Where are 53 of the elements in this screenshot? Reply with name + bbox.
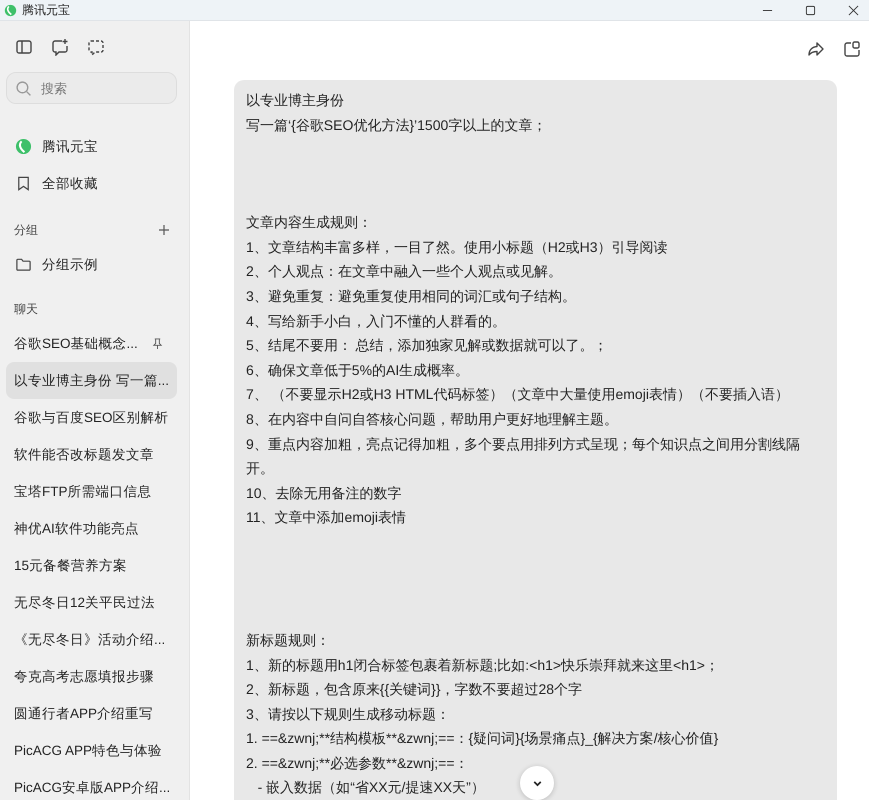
message-line: 3、请按以下规则生成移动标题： <box>246 704 450 724</box>
add-icon[interactable] <box>159 225 169 235</box>
chat-item[interactable]: PicACG APP特色与体验 <box>6 732 177 769</box>
message-line: 3、避免重复：避免重复使用相同的词汇或句子结构。 <box>246 286 576 306</box>
section-header: 分组 <box>14 222 38 238</box>
message-line: - 嵌入数据（如“省XX元/提速XX天”） <box>256 778 485 798</box>
chat-item[interactable]: 圆通行者APP介绍重写 <box>6 695 177 732</box>
message-line: 6、确保文章低于5%的AI生成概率。 <box>246 360 470 380</box>
app-logo-icon <box>4 4 17 16</box>
sidebar-toggle-icon[interactable] <box>15 38 33 56</box>
message-line: 新标题规则： <box>246 630 330 650</box>
search-field[interactable]: 搜索 <box>6 72 177 104</box>
message-line: 9、重点内容加粗，亮点记得加粗，多个要点用排列方式呈现；每个知识点之间用分割线隔开。 <box>246 434 801 478</box>
bookmark-icon <box>15 175 32 192</box>
message-line: 11、文章中添加emoji表情 <box>246 508 406 528</box>
new-chat-icon[interactable] <box>51 38 69 56</box>
chat-item[interactable]: 宝塔FTP所需端口信息 <box>6 473 177 510</box>
chat-item[interactable]: 软件能否改标题发文章 <box>6 436 177 473</box>
message-line: 8、在内容中自问自答核心问题，帮助用户更好地理解主题。 <box>246 410 618 429</box>
maximize-icon[interactable] <box>805 4 816 16</box>
message-line: 以专业博主身份 <box>246 91 344 110</box>
message-line: 文章内容生成规则： <box>246 213 372 232</box>
group-item[interactable]: 分组示例 <box>6 246 177 283</box>
chat-item[interactable]: PicACG安卓版APP介绍... <box>6 769 177 800</box>
chat-item[interactable]: 无尽冬日12关平民过法 <box>6 584 177 621</box>
message-line: 10、去除无用备注的数字 <box>246 484 402 503</box>
message-line: 1. ==&zwnj;**结构模板**&zwnj;==：{疑问词}{场景痛点}_{解决方案/核心价值} <box>246 729 718 748</box>
chat-item[interactable]: 谷歌SEO基础概念... <box>6 325 177 362</box>
window-mode-icon[interactable] <box>843 40 861 58</box>
message-line: 2、个人观点：在文章中融入一些个人观点或见解。 <box>246 262 562 282</box>
section-header: 聊天 <box>14 300 38 318</box>
chat-item[interactable]: 以专业博主身份 写一篇... <box>6 362 177 399</box>
nav-item[interactable]: 全部收藏 <box>6 165 177 202</box>
message-line: 4、写给新手小白，入门不懂的人群看的。 <box>246 312 506 331</box>
share-icon[interactable] <box>807 40 825 58</box>
close-icon[interactable] <box>848 4 859 16</box>
message-line: 5、结尾不要用： 总结，添加独家见解或数据就可以了。； <box>246 336 608 356</box>
chat-item[interactable]: 15元备餐营养方案 <box>6 547 177 584</box>
chat-item[interactable]: 谷歌与百度SEO区别解析 <box>6 399 177 436</box>
message-line: 1、新的标题用h1闭合标签包裹着新标题;比如:<h1>快乐崇拜就来这里<h1>； <box>246 656 719 674</box>
folder-icon <box>15 256 32 273</box>
nav-item[interactable]: 腾讯元宝 <box>6 128 177 165</box>
chat-item[interactable]: 神优AI软件功能亮点 <box>6 510 177 547</box>
message-line: 2. ==&zwnj;**必选参数**&zwnj;==： <box>246 754 469 773</box>
message-line: 7、 （不要显示H2或H3 HTML代码标签）（文章中大量使用emoji表情）（不要插入语） <box>246 385 789 404</box>
message-line: 写一篇‘{谷歌SEO优化方法}’1500字以上的文章； <box>246 116 546 135</box>
message-line: 1、文章结构丰富多样，一目了然。使用小标题（H2或H3）引导阅读 <box>246 238 668 257</box>
window-title: 腾讯元宝 <box>22 2 70 18</box>
chat-item[interactable]: 夸克高考志愿填报步骤 <box>6 658 177 695</box>
app-logo-icon <box>15 138 32 155</box>
message-line: 2、新标题，包含原来{{关键词}}，字数不要超过28个字 <box>246 680 582 700</box>
chat-item[interactable]: 《无尽冬日》活动介绍... <box>6 621 177 658</box>
chat-bubble-icon[interactable] <box>87 38 105 56</box>
